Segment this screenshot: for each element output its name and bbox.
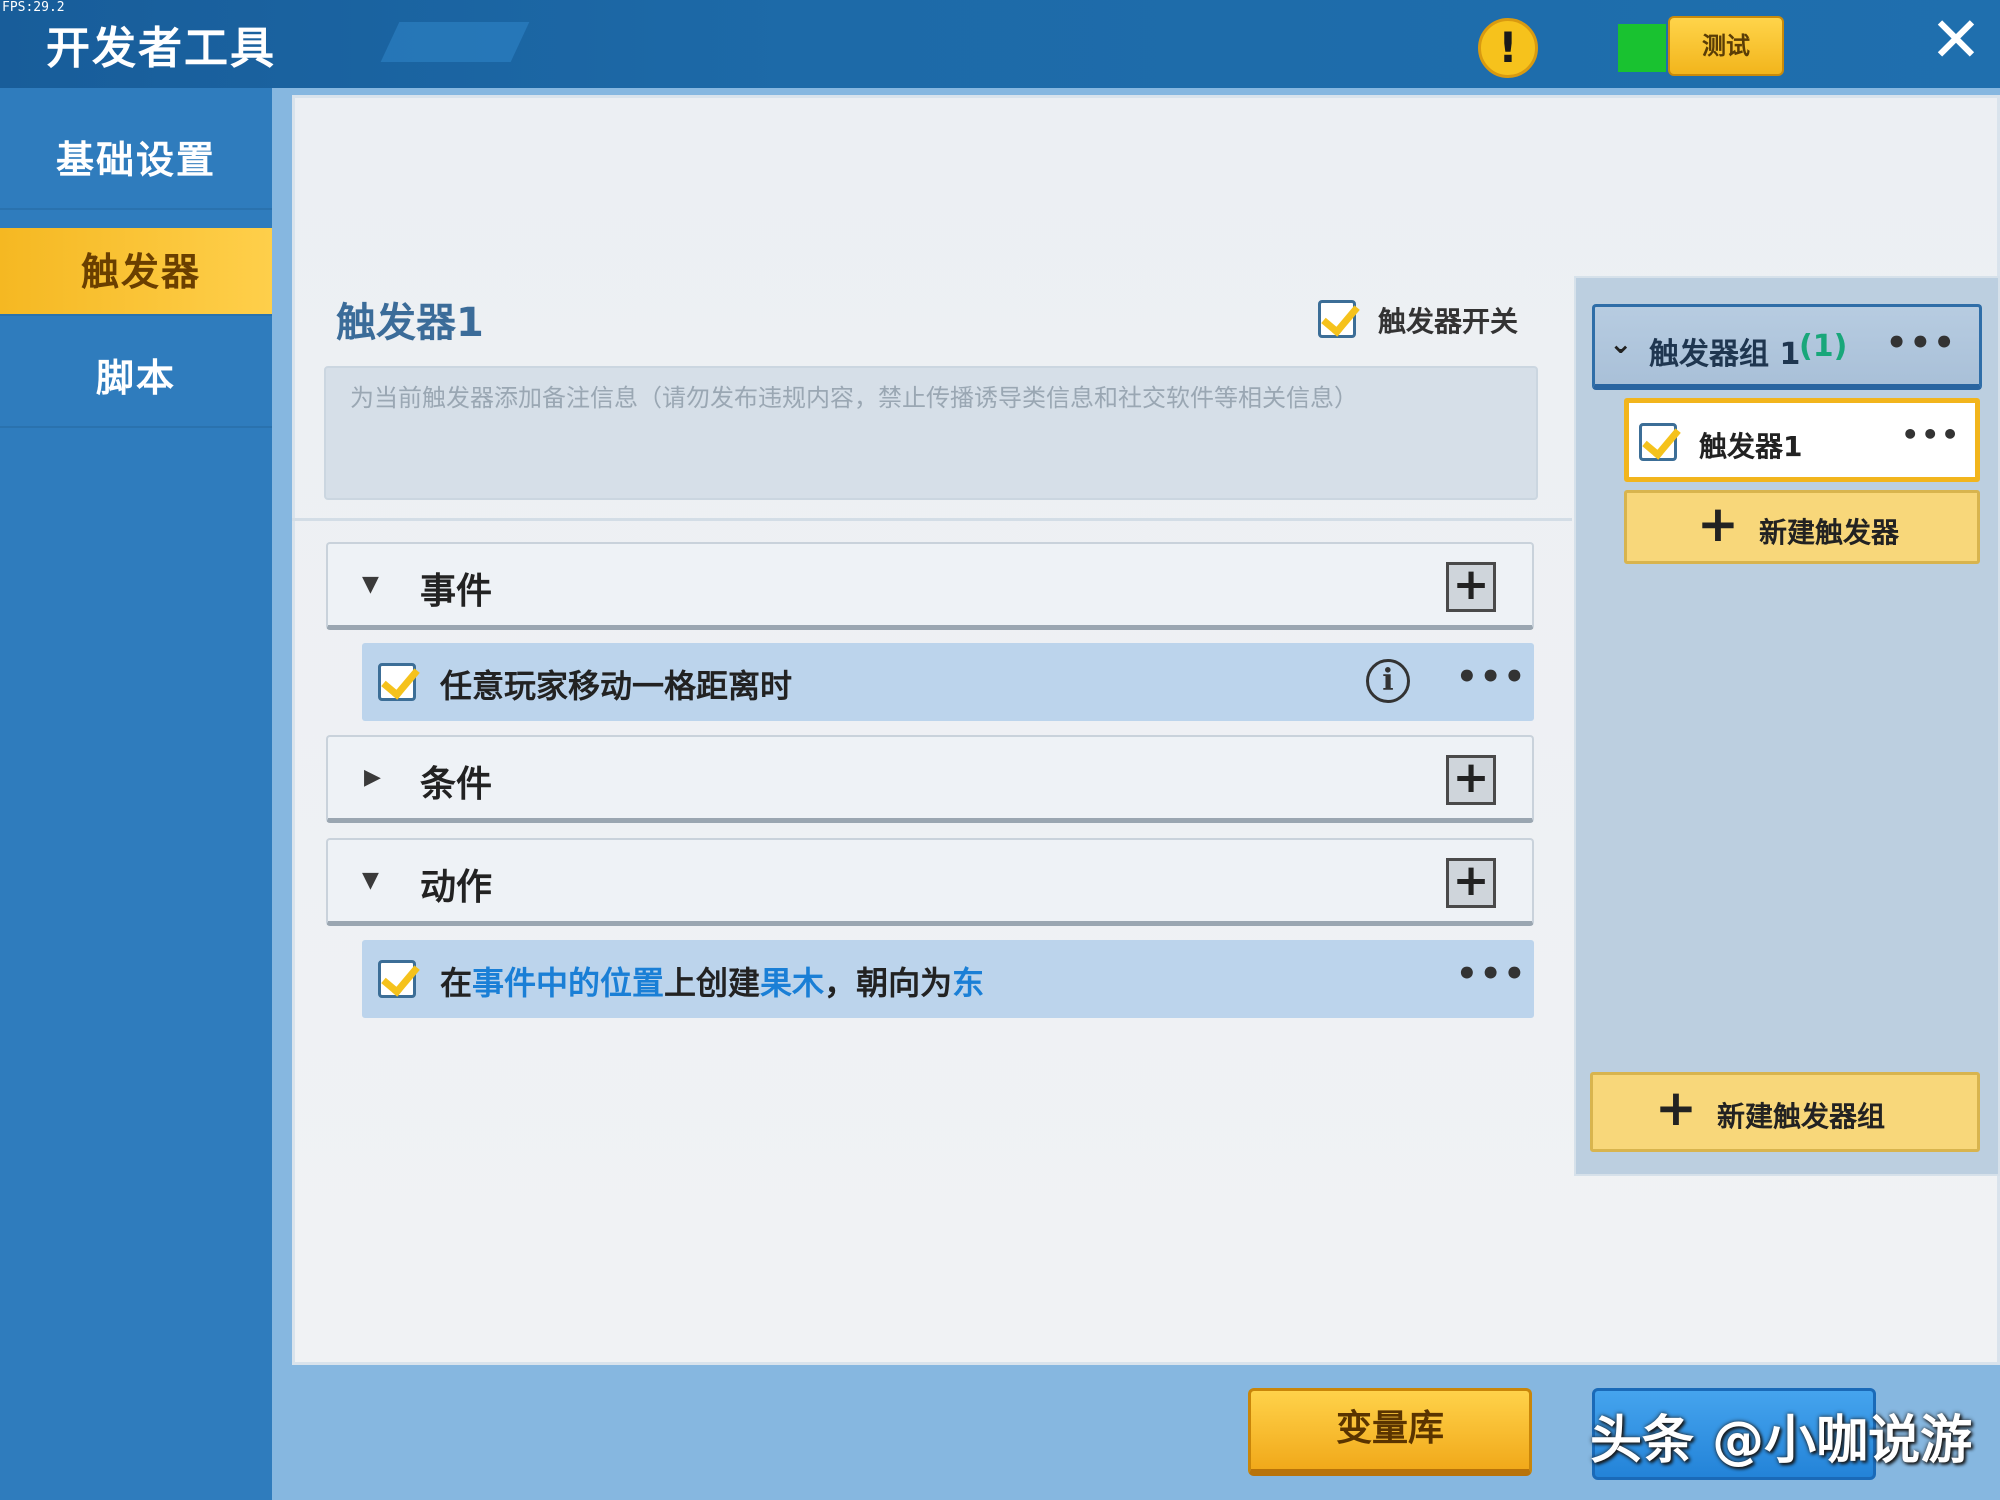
sidebar-item-basic-settings[interactable]: 基础设置	[0, 110, 272, 210]
add-condition-button[interactable]: +	[1446, 755, 1496, 805]
more-options-icon[interactable]: •••	[1901, 421, 1961, 449]
add-event-button[interactable]: +	[1446, 562, 1496, 612]
close-icon[interactable]: ✕	[1928, 9, 1984, 71]
caret-right-icon: ▶	[364, 765, 381, 790]
section-event-label: 事件	[420, 571, 493, 612]
test-button[interactable]: 测试	[1668, 16, 1784, 76]
variable-library-button[interactable]: 变量库	[1248, 1388, 1532, 1476]
add-action-button[interactable]: +	[1446, 858, 1496, 908]
action-item-row[interactable]: 在事件中的位置上创建果木，朝向为东 •••	[362, 940, 1534, 1018]
trigger-title: 触发器1	[336, 300, 484, 346]
trigger-switch-checkbox[interactable]	[1318, 300, 1356, 338]
new-trigger-group-label: 新建触发器组	[1717, 1100, 1886, 1133]
more-options-icon[interactable]: •••	[1456, 660, 1527, 694]
divider	[292, 518, 1572, 521]
action-item-checkbox[interactable]	[378, 960, 416, 998]
trigger-item-checkbox[interactable]	[1639, 423, 1677, 461]
event-item-text: 任意玩家移动一格距离时	[440, 667, 793, 705]
note-placeholder: 为当前触发器添加备注信息（请勿发布违规内容，禁止传播诱导类信息和社交软件等相关信…	[350, 384, 1358, 412]
trigger-list-item[interactable]: 触发器1 •••	[1624, 398, 1980, 482]
action-text-part: 在	[440, 964, 473, 1002]
watermark-text: 头条 @小咖说游	[1590, 1411, 1973, 1471]
new-trigger-group-button[interactable]: + 新建触发器组	[1590, 1072, 1980, 1152]
decorative-stripe	[380, 22, 530, 62]
action-param-block[interactable]: 果木	[760, 964, 824, 1002]
caret-down-icon: ▼	[362, 572, 379, 597]
sidebar-item-scripts[interactable]: 脚本	[0, 328, 272, 428]
trigger-note-input[interactable]: 为当前触发器添加备注信息（请勿发布违规内容，禁止传播诱导类信息和社交软件等相关信…	[324, 366, 1538, 500]
section-condition-header[interactable]: ▶ 条件 +	[326, 735, 1534, 823]
new-trigger-label: 新建触发器	[1759, 516, 1900, 549]
trigger-switch-label: 触发器开关	[1378, 305, 1519, 338]
event-item-row[interactable]: 任意玩家移动一格距离时 i •••	[362, 643, 1534, 721]
action-item-text: 在事件中的位置上创建果木，朝向为东	[440, 958, 984, 1004]
trigger-group-name: 触发器组 1	[1649, 337, 1801, 372]
section-action-label: 动作	[420, 867, 493, 908]
status-indicator	[1618, 24, 1666, 72]
trigger-group-count: (1)	[1799, 329, 1848, 364]
info-icon[interactable]: i	[1366, 659, 1410, 703]
section-condition-label: 条件	[420, 764, 493, 805]
action-text-part: ，朝向为	[824, 964, 953, 1002]
plus-icon: +	[1655, 1079, 1697, 1137]
action-param-position[interactable]: 事件中的位置	[472, 964, 664, 1002]
chevron-down-icon[interactable]: ⌄	[1609, 327, 1632, 360]
trigger-item-name: 触发器1	[1699, 430, 1803, 463]
plus-icon: +	[1697, 495, 1739, 553]
app-title: 开发者工具	[46, 23, 276, 74]
action-text-part: 上创建	[664, 964, 761, 1002]
sidebar-item-triggers[interactable]: 触发器	[0, 228, 282, 316]
section-action-header[interactable]: ▼ 动作 +	[326, 838, 1534, 926]
more-options-icon[interactable]: •••	[1456, 957, 1527, 991]
new-trigger-button[interactable]: + 新建触发器	[1624, 490, 1980, 564]
warning-icon[interactable]: !	[1478, 18, 1538, 78]
event-item-checkbox[interactable]	[378, 663, 416, 701]
more-options-icon[interactable]: •••	[1886, 326, 1957, 360]
checkbox-checked-icon	[1318, 300, 1356, 338]
action-param-direction[interactable]: 东	[952, 964, 984, 1002]
caret-down-icon: ▼	[362, 868, 379, 893]
section-event-header[interactable]: ▼ 事件 +	[326, 542, 1534, 630]
trigger-group-header[interactable]: ⌄ 触发器组 1 (1) •••	[1592, 304, 1982, 390]
